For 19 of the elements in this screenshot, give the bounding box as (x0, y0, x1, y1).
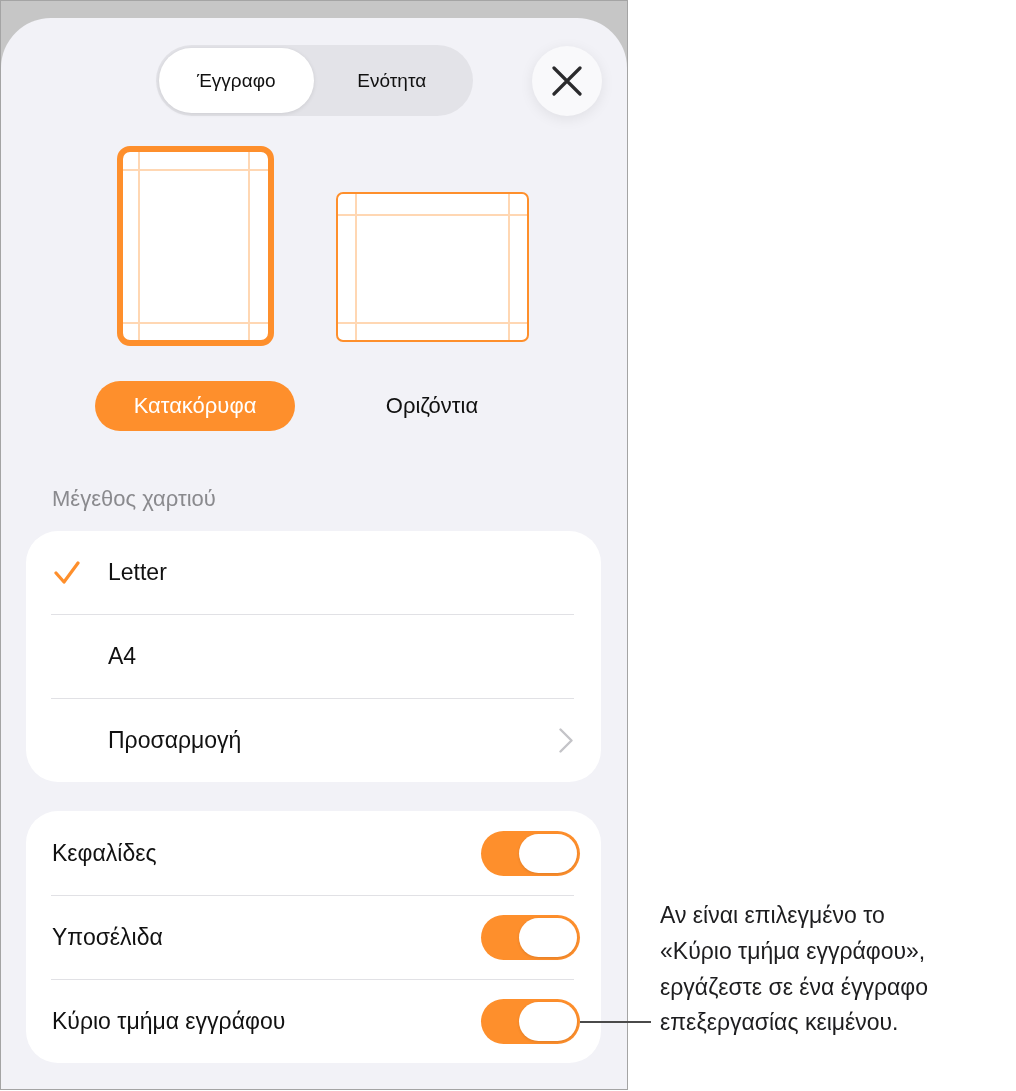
switch-label: Κεφαλίδες (52, 839, 157, 867)
landscape-page-thumbnail[interactable] (335, 192, 529, 342)
close-icon (552, 65, 582, 96)
segment-tab[interactable]: Ενότητα (314, 48, 470, 113)
paper-size-option[interactable]: Προσαρμογή (26, 699, 601, 782)
callout-text: Αν είναι επιλεγμένο το «Κύριο τμήμα εγγράφου», εργάζεστε σε ένα έγγραφο επεξεργασίας κειμένου. (660, 901, 929, 1038)
section-header: Μέγεθος χαρτιού (52, 486, 216, 512)
switch-label: Υποσέλιδα (52, 924, 163, 951)
leader-line (580, 1021, 651, 1023)
portrait-page-thumbnail[interactable] (116, 146, 274, 346)
toggle-switch[interactable] (481, 915, 580, 960)
paper-size-option[interactable]: A4 (26, 615, 601, 698)
chevron-right-icon (559, 728, 573, 753)
segment-tab[interactable]: Έγγραφο (158, 48, 314, 113)
paper-size-option[interactable]: Letter (26, 531, 601, 614)
toggle-switch[interactable] (481, 999, 580, 1044)
orientation-button[interactable]: Οριζόντια (332, 381, 532, 431)
toggle-switch[interactable] (481, 830, 580, 876)
switch-label: Κύριο τμήμα εγγράφου (52, 1008, 286, 1035)
